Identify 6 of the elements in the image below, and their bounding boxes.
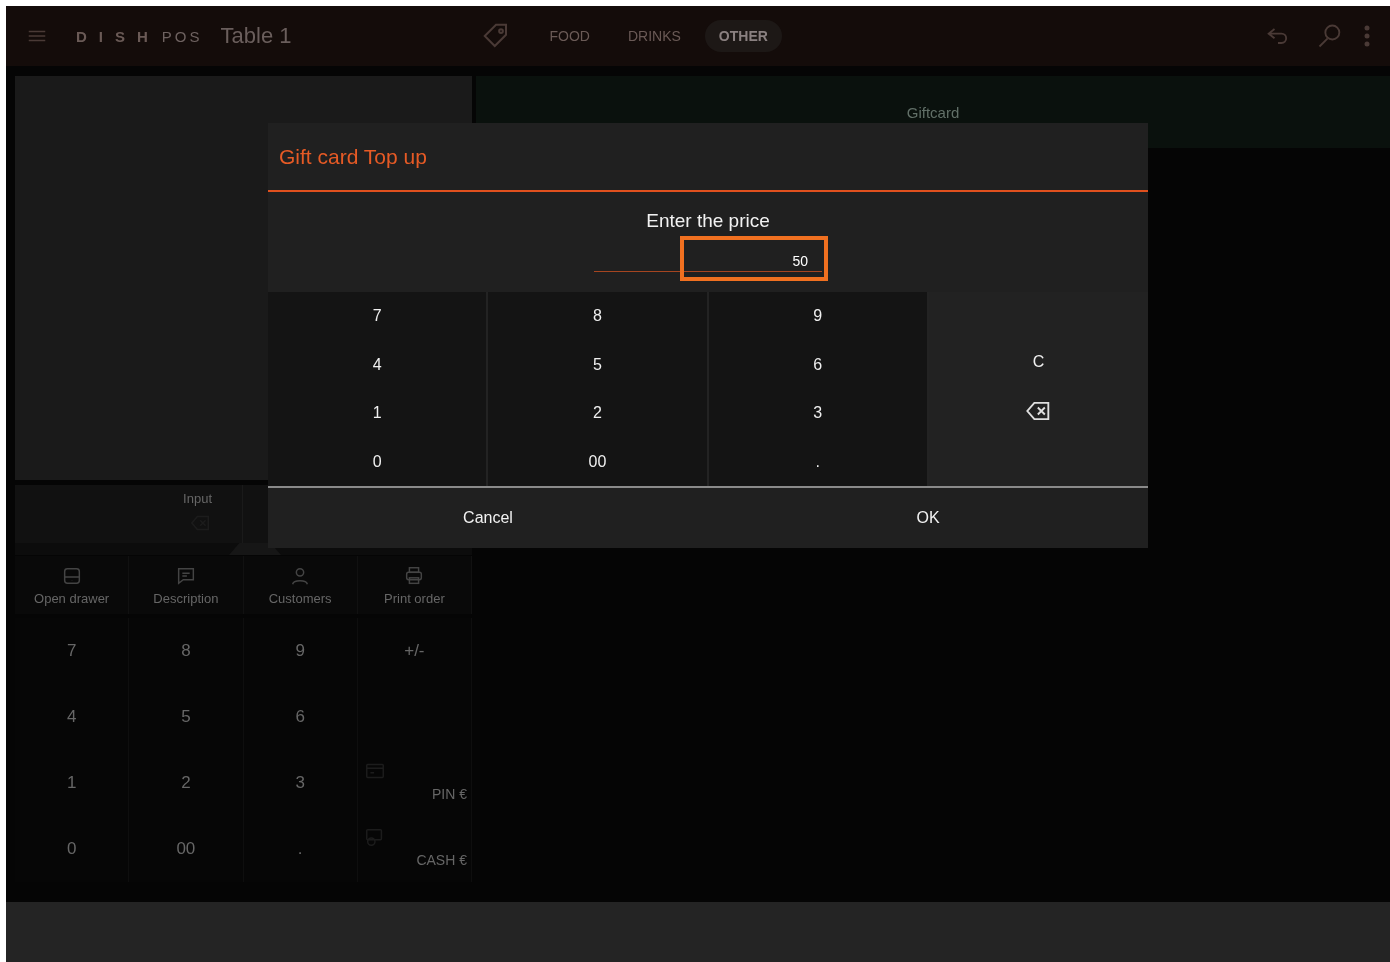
price-prompt: Enter the price (646, 210, 770, 232)
input-label: Input (183, 491, 212, 506)
table-title: Table 1 (220, 23, 292, 49)
brand-logo: DISH (76, 27, 160, 45)
brand-suffix: POS (161, 27, 203, 45)
dialog-title: Gift card Top up (268, 123, 1148, 192)
